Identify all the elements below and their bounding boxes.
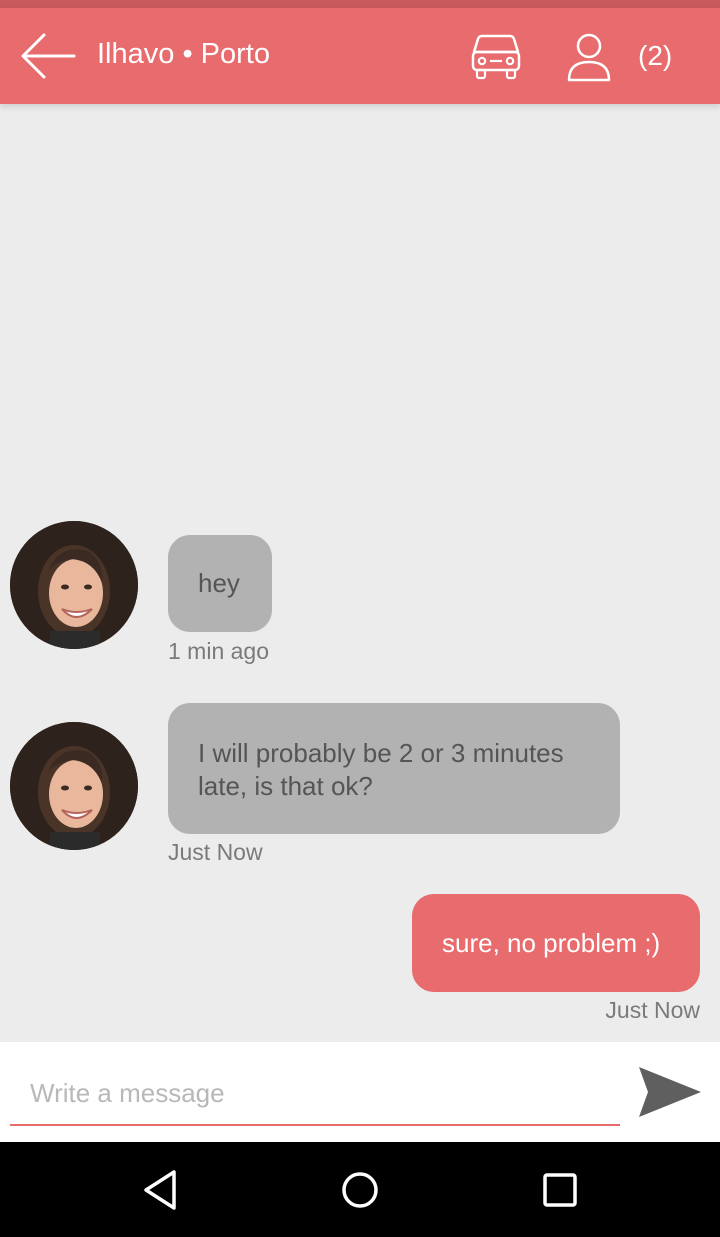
message-input[interactable] xyxy=(10,1062,620,1126)
status-bar xyxy=(0,0,720,8)
avatar-image xyxy=(10,521,138,649)
circle-home-icon xyxy=(342,1172,378,1208)
passengers-button[interactable] xyxy=(564,32,614,84)
message-timestamp: Just Now xyxy=(605,997,700,1023)
chat-screen: Ilhavo • Porto (2) hey 1 min ago I will … xyxy=(0,0,720,1237)
message-text: I will probably be 2 or 3 minutes late, … xyxy=(198,738,564,801)
person-icon xyxy=(567,33,611,82)
square-recents-icon xyxy=(543,1173,577,1207)
back-button[interactable] xyxy=(18,30,78,82)
message-text: sure, no problem ;) xyxy=(442,928,661,958)
incoming-message-bubble[interactable]: hey xyxy=(168,535,272,632)
avatar[interactable] xyxy=(10,722,138,850)
message-text: hey xyxy=(198,568,240,598)
message-composer xyxy=(0,1042,720,1142)
message-timestamp: Just Now xyxy=(168,839,263,865)
arrow-left-icon xyxy=(21,33,76,79)
avatar[interactable] xyxy=(10,521,138,649)
nav-back-button[interactable] xyxy=(138,1168,182,1212)
avatar-image xyxy=(10,722,138,850)
route-title: Ilhavo • Porto xyxy=(97,38,270,70)
message-timestamp: 1 min ago xyxy=(168,638,270,664)
triangle-back-icon xyxy=(144,1170,176,1210)
app-bar: Ilhavo • Porto (2) xyxy=(0,8,720,104)
system-navigation-bar xyxy=(0,1142,720,1237)
send-button[interactable] xyxy=(636,1064,704,1120)
outgoing-message-bubble[interactable]: sure, no problem ;) xyxy=(412,894,700,992)
incoming-message-bubble[interactable]: I will probably be 2 or 3 minutes late, … xyxy=(168,703,620,834)
ride-details-button[interactable] xyxy=(470,32,522,82)
send-icon xyxy=(639,1067,701,1117)
nav-recents-button[interactable] xyxy=(538,1168,582,1212)
nav-home-button[interactable] xyxy=(338,1168,382,1212)
passenger-count: (2) xyxy=(638,40,673,71)
car-icon xyxy=(471,34,521,80)
